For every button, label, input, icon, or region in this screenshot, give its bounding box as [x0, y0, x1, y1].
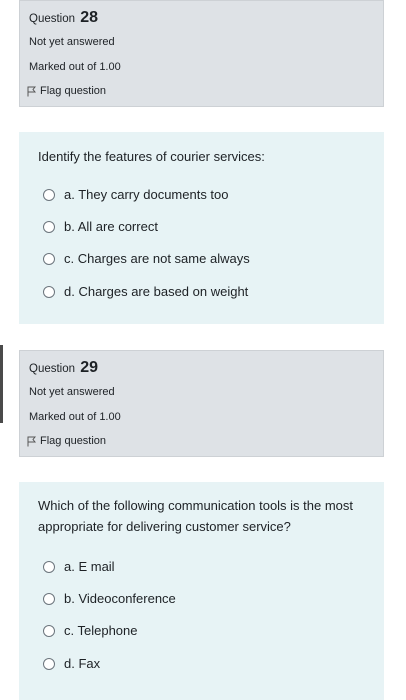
- answer-option-c[interactable]: c. Charges are not same always: [43, 251, 250, 266]
- answer-option-b[interactable]: b. All are correct: [43, 219, 158, 234]
- flag-question-link[interactable]: Flag question: [27, 85, 106, 97]
- flag-question-label: Flag question: [40, 85, 107, 97]
- answer-option-a[interactable]: a. E mail: [43, 559, 115, 574]
- option-label: c. Charges are not same always: [64, 251, 250, 266]
- radio-button[interactable]: [43, 252, 55, 265]
- radio-button[interactable]: [43, 657, 55, 670]
- question-info-29: Question 29 Not yet answered Marked out …: [19, 350, 384, 457]
- option-label: c. Telephone: [64, 623, 138, 638]
- radio-button[interactable]: [43, 285, 55, 298]
- question-content-28: Identify the features of courier service…: [19, 132, 384, 324]
- radio-button[interactable]: [43, 624, 55, 637]
- marked-out-of: Marked out of 1.00: [29, 411, 121, 423]
- option-label: b. Videoconference: [64, 591, 176, 606]
- answer-status: Not yet answered: [29, 386, 115, 398]
- radio-button[interactable]: [43, 592, 55, 605]
- answer-option-d[interactable]: d. Charges are based on weight: [43, 284, 248, 299]
- answer-option-d[interactable]: d. Fax: [43, 656, 100, 671]
- option-label: d. Charges are based on weight: [64, 284, 249, 299]
- question-text: Identify the features of courier service…: [38, 149, 265, 164]
- flag-icon: [27, 436, 36, 446]
- scroll-indicator: [0, 345, 3, 423]
- option-label: a. E mail: [64, 559, 115, 574]
- answer-option-c[interactable]: c. Telephone: [43, 623, 138, 638]
- question-number: 28: [80, 9, 99, 26]
- question-title: Question 29: [29, 359, 98, 377]
- option-label: d. Fax: [64, 656, 101, 671]
- marked-out-of: Marked out of 1.00: [29, 61, 121, 73]
- answer-option-a[interactable]: a. They carry documents too: [43, 187, 229, 202]
- option-label: a. They carry documents too: [64, 187, 229, 202]
- question-label: Question: [29, 363, 76, 375]
- question-number: 29: [80, 359, 99, 376]
- flag-question-link[interactable]: Flag question: [27, 435, 106, 447]
- option-label: b. All are correct: [64, 219, 158, 234]
- radio-button[interactable]: [43, 188, 55, 201]
- answer-option-b[interactable]: b. Videoconference: [43, 591, 176, 606]
- question-info-28: Question 28 Not yet answered Marked out …: [19, 0, 384, 107]
- radio-button[interactable]: [43, 220, 55, 233]
- radio-button[interactable]: [43, 560, 55, 573]
- question-content-29: Which of the following communication too…: [19, 482, 384, 700]
- question-label: Question: [29, 13, 76, 25]
- question-title: Question 28: [29, 9, 98, 27]
- question-text: Which of the following communication too…: [38, 498, 354, 534]
- flag-icon: [27, 86, 36, 96]
- answer-status: Not yet answered: [29, 36, 115, 48]
- flag-question-label: Flag question: [40, 435, 107, 447]
